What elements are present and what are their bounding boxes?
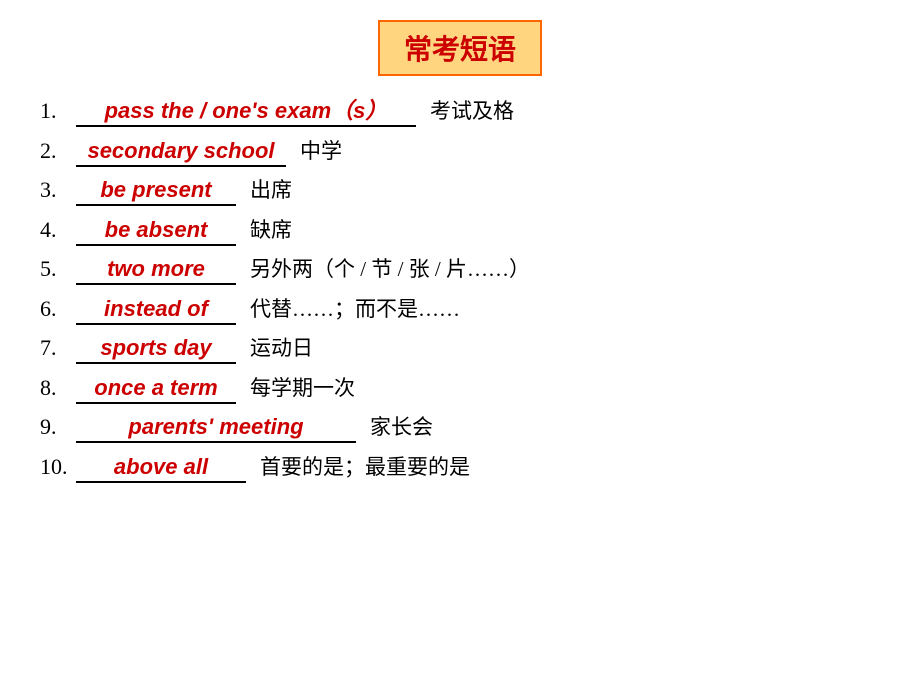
list-item: 10. above all 首要的是；最重要的是 [40, 450, 880, 484]
list-item: 6. instead of 代替……；而不是…… [40, 292, 880, 326]
item-phrase: above all [110, 454, 212, 479]
item-chinese: 另外两（个 / 节 / 张 / 片……） [250, 254, 530, 286]
item-phrase: be absent [101, 217, 212, 242]
item-chinese: 每学期一次 [250, 373, 355, 405]
page-title: 常考短语 [404, 34, 516, 65]
items-list: 1. pass the / one's exam（s） 考试及格 2. secondar… [40, 94, 880, 483]
item-number: 4. [40, 213, 76, 246]
item-blank: above all [76, 450, 246, 483]
list-item: 5. two more 另外两（个 / 节 / 张 / 片……） [40, 252, 880, 286]
item-phrase: pass the / one's exam（s） [101, 98, 392, 123]
item-blank: secondary school [76, 134, 286, 167]
item-chinese: 首要的是；最重要的是 [260, 452, 470, 484]
item-phrase: once a term [90, 375, 222, 400]
item-chinese: 出席 [250, 175, 292, 207]
item-blank: once a term [76, 371, 236, 404]
item-blank: pass the / one's exam（s） [76, 94, 416, 127]
list-item: 1. pass the / one's exam（s） 考试及格 [40, 94, 880, 128]
item-blank: be absent [76, 213, 236, 246]
item-number: 8. [40, 371, 76, 404]
item-number: 1. [40, 94, 76, 127]
item-chinese: 考试及格 [430, 96, 514, 128]
item-chinese: 中学 [300, 136, 342, 168]
item-chinese: 缺席 [250, 215, 292, 247]
list-item: 3. be present 出席 [40, 173, 880, 207]
item-phrase: instead of [100, 296, 212, 321]
item-phrase: secondary school [83, 138, 278, 163]
item-number: 5. [40, 252, 76, 285]
item-phrase: two more [103, 256, 209, 281]
item-blank: sports day [76, 331, 236, 364]
item-blank: be present [76, 173, 236, 206]
list-item: 9. parents' meeting 家长会 [40, 410, 880, 444]
item-chinese: 运动日 [250, 333, 313, 365]
item-number: 10. [40, 450, 76, 483]
title-box: 常考短语 [378, 20, 542, 76]
list-item: 8. once a term 每学期一次 [40, 371, 880, 405]
item-blank: instead of [76, 292, 236, 325]
list-item: 7. sports day 运动日 [40, 331, 880, 365]
item-number: 3. [40, 173, 76, 206]
item-chinese: 家长会 [370, 412, 433, 444]
list-item: 2. secondary school 中学 [40, 134, 880, 168]
item-number: 6. [40, 292, 76, 325]
item-chinese: 代替……；而不是…… [250, 294, 460, 326]
item-blank: two more [76, 252, 236, 285]
item-phrase: parents' meeting [124, 414, 307, 439]
item-number: 9. [40, 410, 76, 443]
list-item: 4. be absent 缺席 [40, 213, 880, 247]
item-blank: parents' meeting [76, 410, 356, 443]
item-phrase: be present [96, 177, 215, 202]
item-phrase: sports day [96, 335, 215, 360]
item-number: 2. [40, 134, 76, 167]
item-number: 7. [40, 331, 76, 364]
